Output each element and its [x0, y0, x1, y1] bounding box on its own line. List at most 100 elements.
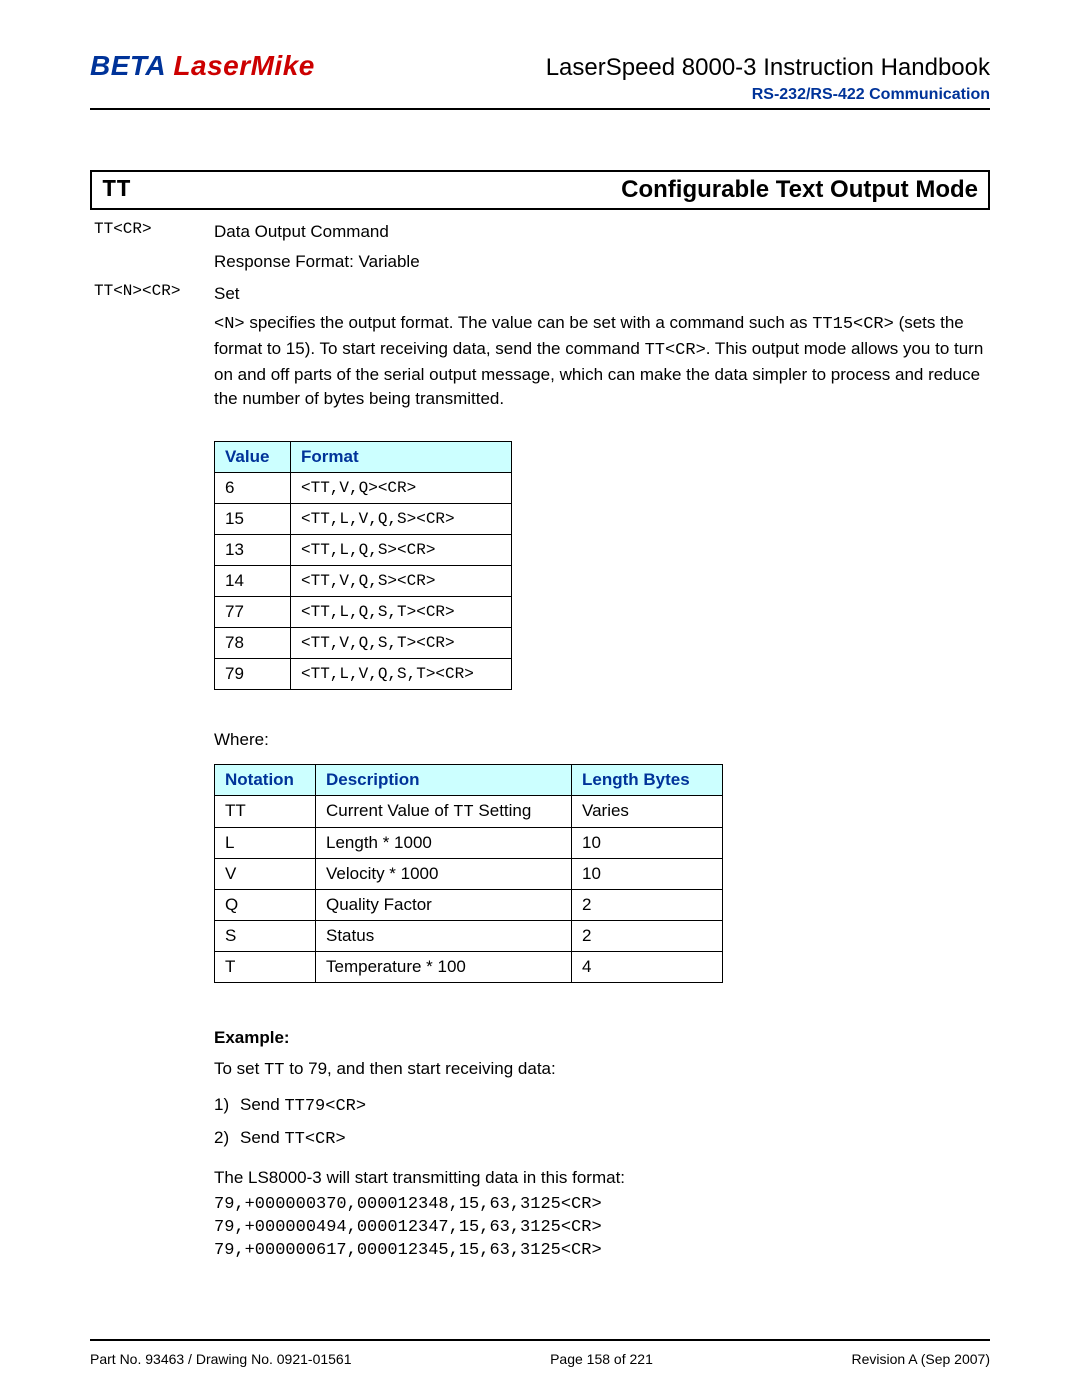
def-line: Response Format: Variable [214, 250, 990, 274]
cell-notation: Q [215, 889, 316, 920]
col-header-value: Value [215, 441, 291, 472]
code-inline: TT15<CR> [812, 315, 894, 334]
text: to 79, and then start receiving data: [285, 1059, 556, 1078]
example-label: Example: [214, 1025, 990, 1051]
def-desc: Set <N> specifies the output format. The… [214, 282, 990, 411]
example-result-line: The LS8000-3 will start transmitting dat… [214, 1165, 990, 1191]
text: Quality Factor [326, 895, 432, 914]
section-banner: TT Configurable Text Output Mode [90, 170, 990, 210]
text: Setting [474, 801, 532, 820]
cell-notation: S [215, 920, 316, 951]
cell-length: 2 [572, 920, 723, 951]
format-table: Value Format 6<TT,V,Q><CR>15<TT,L,V,Q,S>… [214, 441, 512, 690]
cell-description: Quality Factor [316, 889, 572, 920]
text: specifies the output format. The value c… [245, 313, 813, 332]
cell-description: Length * 1000 [316, 827, 572, 858]
cell-format: <TT,V,Q,S><CR> [291, 565, 512, 596]
cell-notation: TT [215, 795, 316, 827]
table-row: 79<TT,L,V,Q,S,T><CR> [215, 658, 512, 689]
text: Status [326, 926, 374, 945]
cell-value: 14 [215, 565, 291, 596]
def-paragraph: <N> specifies the output format. The val… [214, 311, 990, 410]
header-rule [90, 108, 990, 110]
list-item: 1)Send TT79<CR> [214, 1092, 990, 1120]
table-row: 15<TT,L,V,Q,S><CR> [215, 503, 512, 534]
cell-notation: V [215, 858, 316, 889]
output-line: 79,+000000617,000012345,15,63,3125<CR> [214, 1240, 990, 1263]
cell-description: Temperature * 100 [316, 951, 572, 982]
cell-format: <TT,L,V,Q,S,T><CR> [291, 658, 512, 689]
cell-format: <TT,L,Q,S,T><CR> [291, 596, 512, 627]
code-inline: TT [453, 803, 473, 822]
output-line: 79,+000000494,000012347,15,63,3125<CR> [214, 1217, 990, 1240]
cell-description: Current Value of TT Setting [316, 795, 572, 827]
cell-value: 6 [215, 472, 291, 503]
text: Temperature * 100 [326, 957, 466, 976]
text: Send [240, 1128, 284, 1147]
footer: Part No. 93463 / Drawing No. 0921-01561 … [90, 1351, 990, 1367]
code-inline: TT [264, 1061, 284, 1080]
def-line: Data Output Command [214, 220, 990, 244]
cell-format: <TT,L,Q,S><CR> [291, 534, 512, 565]
code-inline: TT<CR> [284, 1130, 345, 1149]
table-row: 13<TT,L,Q,S><CR> [215, 534, 512, 565]
table-row: Q Quality Factor 2 [215, 889, 723, 920]
example-intro: To set TT to 79, and then start receivin… [214, 1056, 990, 1084]
list-number: 1) [214, 1092, 240, 1120]
col-header-length: Length Bytes [572, 764, 723, 795]
table-row: 77<TT,L,Q,S,T><CR> [215, 596, 512, 627]
example-block: Example: To set TT to 79, and then start… [214, 1025, 990, 1263]
footer-right: Revision A (Sep 2007) [851, 1351, 990, 1367]
text: Send [240, 1095, 284, 1114]
table-row: VVelocity * 100010 [215, 858, 723, 889]
cell-value: 78 [215, 627, 291, 658]
logo-lasermike: LaserMike [173, 50, 314, 81]
list-body: Send TT<CR> [240, 1125, 346, 1153]
sub-header: RS-232/RS-422 Communication [90, 86, 990, 104]
cell-notation: L [215, 827, 316, 858]
cell-length: Varies [572, 795, 723, 827]
output-line: 79,+000000370,000012348,15,63,3125<CR> [214, 1194, 990, 1217]
text: To set [214, 1059, 264, 1078]
def-row-ttncr: TT<N><CR> Set <N> specifies the output f… [94, 282, 990, 411]
table-row: 78<TT,V,Q,S,T><CR> [215, 627, 512, 658]
cell-format: <TT,V,Q><CR> [291, 472, 512, 503]
cell-description: Velocity * 1000 [316, 858, 572, 889]
section-code: TT [102, 177, 131, 204]
table-row: LLength * 100010 [215, 827, 723, 858]
cell-value: 79 [215, 658, 291, 689]
code-inline: <N> [214, 315, 245, 334]
section-title: Configurable Text Output Mode [621, 176, 978, 204]
text: Current Value of [326, 801, 453, 820]
cell-value: 15 [215, 503, 291, 534]
def-term: TT<N><CR> [94, 282, 214, 300]
example-output: 79,+000000370,000012348,15,63,3125<CR>79… [214, 1194, 990, 1263]
table-row: TTemperature * 1004 [215, 951, 723, 982]
cell-value: 13 [215, 534, 291, 565]
footer-center: Page 158 of 221 [550, 1351, 653, 1367]
col-header-format: Format [291, 441, 512, 472]
cell-value: 77 [215, 596, 291, 627]
cell-description: Status [316, 920, 572, 951]
logo: BETA LaserMike [90, 50, 315, 82]
footer-rule [90, 1339, 990, 1341]
table-header-row: Value Format [215, 441, 512, 472]
list-item: 2)Send TT<CR> [214, 1125, 990, 1153]
table-row: TTCurrent Value of TT SettingVaries [215, 795, 723, 827]
header: BETA LaserMike LaserSpeed 8000-3 Instruc… [90, 50, 990, 82]
notation-table: Notation Description Length Bytes TTCurr… [214, 764, 723, 983]
cell-notation: T [215, 951, 316, 982]
table-header-row: Notation Description Length Bytes [215, 764, 723, 795]
page: BETA LaserMike LaserSpeed 8000-3 Instruc… [0, 0, 1080, 1397]
cell-length: 2 [572, 889, 723, 920]
col-header-notation: Notation [215, 764, 316, 795]
cell-format: <TT,L,V,Q,S><CR> [291, 503, 512, 534]
table-row: 14<TT,V,Q,S><CR> [215, 565, 512, 596]
def-desc: Data Output Command Response Format: Var… [214, 220, 990, 274]
cell-length: 10 [572, 827, 723, 858]
where-label: Where: [214, 730, 990, 750]
col-header-description: Description [316, 764, 572, 795]
doc-title: LaserSpeed 8000-3 Instruction Handbook [546, 54, 990, 82]
definitions: TT<CR> Data Output Command Response Form… [94, 220, 990, 411]
cell-length: 10 [572, 858, 723, 889]
